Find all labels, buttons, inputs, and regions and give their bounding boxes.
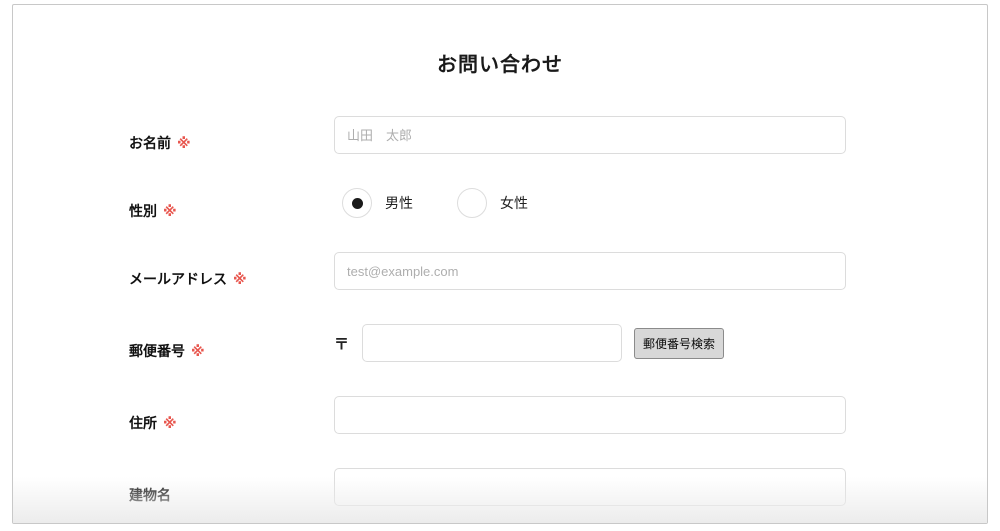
page-title: お問い合わせ bbox=[437, 54, 563, 76]
postal-group: 〒 郵便番号検索 bbox=[334, 324, 725, 362]
name-label: お名前 ※ bbox=[129, 135, 191, 151]
form-row-gender: 性別 ※ 男性 女性 bbox=[13, 188, 987, 219]
address-input[interactable] bbox=[334, 396, 846, 434]
gender-option-male[interactable]: 男性 bbox=[334, 188, 413, 218]
gender-radio-female[interactable] bbox=[457, 188, 487, 218]
postal-search-button[interactable]: 郵便番号検索 bbox=[634, 327, 725, 359]
postal-label: 郵便番号 ※ bbox=[129, 343, 205, 359]
form-row-address: 住所 ※ bbox=[13, 396, 987, 434]
gender-option-label-male[interactable]: 男性 bbox=[385, 193, 413, 213]
form-row-email: メールアドレス ※ bbox=[13, 252, 987, 290]
name-input[interactable] bbox=[334, 116, 846, 154]
email-label: メールアドレス ※ bbox=[129, 271, 247, 287]
gender-radio-group: 男性 女性 bbox=[334, 188, 528, 218]
required-mark: ※ bbox=[177, 135, 191, 151]
gender-option-label-female[interactable]: 女性 bbox=[500, 193, 528, 213]
contact-form-card: お問い合わせ お名前※ 性別※ 男性 bbox=[12, 4, 988, 524]
address-label: 住所 ※ bbox=[129, 415, 177, 431]
form-row-postal: 郵便番号 ※ 〒 郵便番号検索 bbox=[13, 324, 987, 362]
gender-label: 性別 ※ bbox=[129, 203, 177, 219]
postal-code-input[interactable] bbox=[362, 324, 623, 362]
required-mark: ※ bbox=[233, 271, 247, 287]
radio-dot bbox=[351, 197, 363, 209]
form-row-name: お名前 ※ bbox=[13, 116, 987, 154]
postal-prefix-mark: 〒 bbox=[334, 335, 350, 353]
gender-radio-male[interactable] bbox=[342, 188, 372, 218]
email-input[interactable] bbox=[334, 252, 846, 290]
required-mark: ※ bbox=[163, 203, 177, 219]
building-input[interactable] bbox=[334, 468, 846, 506]
building-label: 建物名 bbox=[129, 487, 171, 503]
required-mark: ※ bbox=[191, 343, 205, 359]
contact-form: お名前※ 性別※ 男性 女性 bbox=[13, 116, 987, 506]
form-row-building: 建物名 bbox=[13, 468, 987, 506]
required-mark: ※ bbox=[163, 415, 177, 431]
gender-option-female[interactable]: 女性 bbox=[449, 188, 528, 218]
